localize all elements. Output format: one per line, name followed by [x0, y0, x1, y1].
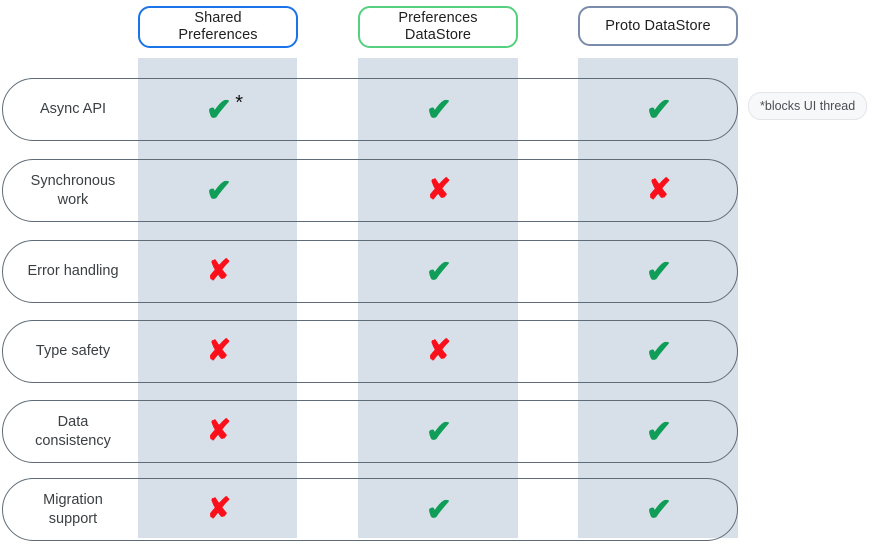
column-header-shared-preferences[interactable]: Shared Preferences [138, 6, 298, 48]
row-label-data-consistency: Data consistency [3, 401, 139, 462]
cell-type-safety-preferences-datastore: ✘ [359, 321, 519, 382]
column-headers: Shared Preferences Preferences DataStore… [0, 0, 891, 58]
cell-type-safety-proto-datastore: ✔ [579, 321, 739, 382]
column-header-line2: DataStore [404, 27, 472, 43]
column-header-label: Preferences DataStore [398, 10, 477, 44]
row-label-line2: consistency [35, 432, 111, 449]
footnote-blocks-ui-thread: *blocks UI thread [748, 92, 868, 120]
row-label-error-handling: Error handling [3, 241, 139, 302]
cell-data-consistency-proto-datastore: ✔ [579, 401, 739, 462]
row-label-migration-support: Migration support [3, 479, 139, 540]
cross-icon: ✘ [206, 335, 232, 367]
row-label-line2: work [57, 191, 89, 208]
cross-icon: ✘ [646, 174, 672, 206]
cell-migration-support-shared-preferences: ✘ [139, 479, 299, 540]
cell-synchronous-work-shared-preferences: ✔ [139, 160, 299, 221]
cross-icon: ✘ [426, 335, 452, 367]
row-label-line1: Type safety [35, 343, 111, 359]
cell-error-handling-shared-preferences: ✘ [139, 241, 299, 302]
check-icon: ✔ [426, 492, 452, 527]
table-row[interactable]: Migration support ✘ ✔ ✔ [2, 478, 738, 541]
cross-icon: ✘ [206, 493, 232, 525]
cell-error-handling-preferences-datastore: ✔ [359, 241, 519, 302]
cell-migration-support-proto-datastore: ✔ [579, 479, 739, 540]
cross-icon: ✘ [206, 255, 232, 287]
check-icon: ✔ [206, 92, 232, 127]
cross-icon: ✘ [206, 415, 232, 447]
comparison-rows: Async API ✔ * ✔ ✔ Synchronous work ✔ ✘ ✘ [0, 0, 891, 548]
cell-type-safety-shared-preferences: ✘ [139, 321, 299, 382]
column-header-label: Proto DataStore [605, 18, 710, 35]
column-header-preferences-datastore[interactable]: Preferences DataStore [358, 6, 518, 48]
column-header-line1: Proto DataStore [605, 17, 711, 34]
row-label-type-safety: Type safety [3, 321, 139, 382]
cell-synchronous-work-proto-datastore: ✘ [579, 160, 739, 221]
check-icon: ✔ [646, 334, 672, 369]
check-icon: ✔ [646, 492, 672, 527]
cell-error-handling-proto-datastore: ✔ [579, 241, 739, 302]
row-label-synchronous-work: Synchronous work [3, 160, 139, 221]
row-label-line1: Synchronous [30, 172, 116, 189]
row-label-line1: Async API [39, 101, 107, 117]
check-icon: ✔ [646, 414, 672, 449]
row-label-async-api: Async API [3, 79, 139, 140]
cell-data-consistency-preferences-datastore: ✔ [359, 401, 519, 462]
cell-migration-support-preferences-datastore: ✔ [359, 479, 519, 540]
check-icon: ✔ [646, 254, 672, 289]
table-row[interactable]: Async API ✔ * ✔ ✔ [2, 78, 738, 141]
cell-async-api-preferences-datastore: ✔ [359, 79, 519, 140]
column-header-line2: Preferences [178, 27, 258, 43]
table-row[interactable]: Error handling ✘ ✔ ✔ [2, 240, 738, 303]
footnote-marker-asterisk: * [235, 92, 243, 114]
cell-data-consistency-shared-preferences: ✘ [139, 401, 299, 462]
column-header-label: Shared Preferences [178, 10, 257, 44]
cell-async-api-shared-preferences: ✔ * [139, 79, 299, 140]
footnote-text: *blocks UI thread [760, 99, 856, 113]
cell-async-api-proto-datastore: ✔ [579, 79, 739, 140]
check-icon: ✔ [426, 414, 452, 449]
row-label-line1: Data [57, 413, 89, 430]
check-icon: ✔ [646, 92, 672, 127]
table-row[interactable]: Synchronous work ✔ ✘ ✘ [2, 159, 738, 222]
check-icon: ✔ [426, 254, 452, 289]
row-label-line2: support [48, 510, 98, 527]
table-row[interactable]: Type safety ✘ ✘ ✔ [2, 320, 738, 383]
column-header-line1: Preferences [398, 10, 478, 26]
cross-icon: ✘ [426, 174, 452, 206]
row-label-line1: Error handling [27, 263, 119, 279]
column-header-proto-datastore[interactable]: Proto DataStore [578, 6, 738, 46]
check-icon: ✔ [206, 173, 232, 208]
column-header-line1: Shared [194, 10, 242, 26]
row-label-line1: Migration [43, 491, 103, 508]
table-row[interactable]: Data consistency ✘ ✔ ✔ [2, 400, 738, 463]
cell-synchronous-work-preferences-datastore: ✘ [359, 160, 519, 221]
check-icon: ✔ [426, 92, 452, 127]
